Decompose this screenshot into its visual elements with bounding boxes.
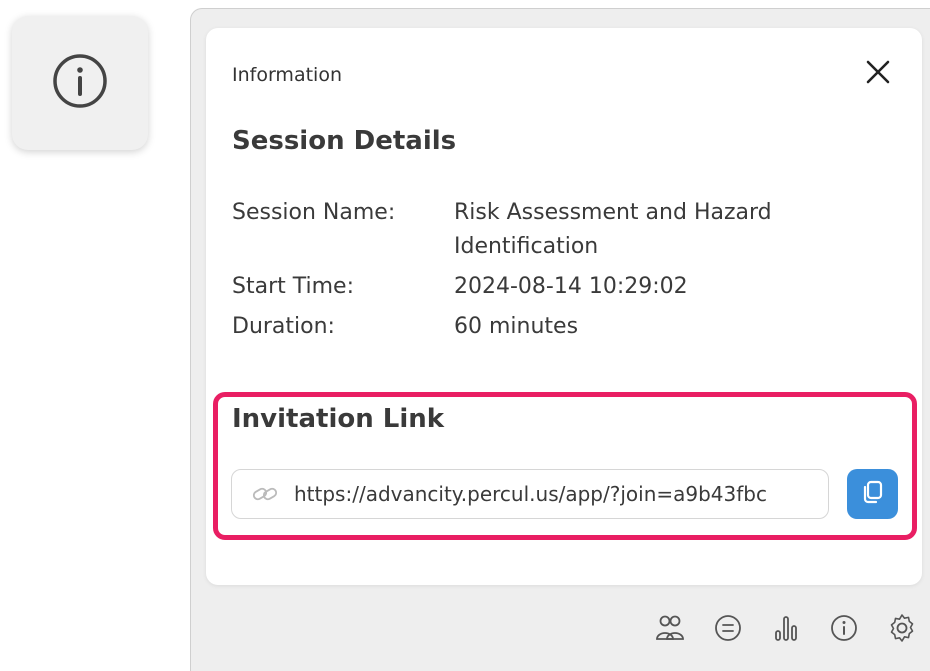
session-details: Session Name: Risk Assessment and Hazard… [232,196,832,344]
stats-button[interactable] [768,612,804,648]
info-small-icon [828,612,860,648]
detail-label: Start Time: [232,274,354,299]
detail-label: Session Name: [232,200,396,225]
detail-value: Risk Assessment and Hazard Identificatio… [454,200,772,259]
invitation-link-field[interactable]: https://advancity.percul.us/app/?join=a9… [231,469,829,519]
settings-icon [886,612,918,648]
detail-row-session-name: Session Name: Risk Assessment and Hazard… [232,196,832,264]
info-button[interactable] [826,612,862,648]
bottom-toolbar [640,610,920,650]
copy-link-button[interactable] [847,469,898,519]
session-details-title: Session Details [232,126,457,156]
close-icon [865,59,891,89]
chat-icon [712,612,744,648]
invitation-link-text: https://advancity.percul.us/app/?join=a9… [294,482,767,506]
app-root: Information Session Details Session Name… [0,0,930,671]
detail-row-start-time: Start Time: 2024-08-14 10:29:02 [232,270,832,304]
close-button[interactable] [862,58,894,90]
participants-icon [654,612,686,648]
copy-icon [860,479,886,509]
settings-button[interactable] [884,612,920,648]
detail-value: 60 minutes [454,314,579,339]
detail-row-duration: Duration: 60 minutes [232,310,832,344]
link-icon [252,485,278,503]
detail-label: Duration: [232,314,335,339]
participants-button[interactable] [652,612,688,648]
detail-value: 2024-08-14 10:29:02 [454,274,688,299]
card-header-label: Information [232,64,342,86]
chat-button[interactable] [710,612,746,648]
stats-icon [770,612,802,648]
info-icon [49,50,111,116]
info-toggle-button[interactable] [12,16,148,150]
